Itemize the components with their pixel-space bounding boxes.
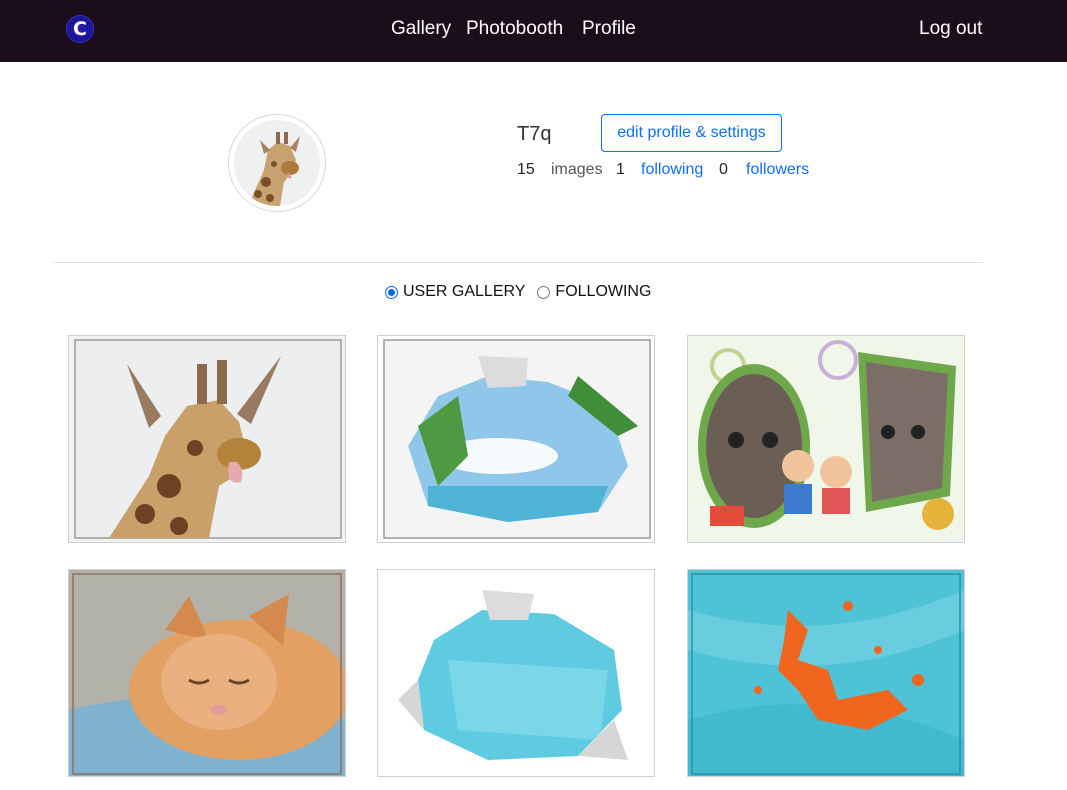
gallery-image-torn-paper-blue[interactable] bbox=[377, 569, 655, 777]
nav-gallery-link[interactable]: Gallery bbox=[391, 18, 451, 40]
logout-link[interactable]: Log out bbox=[919, 18, 982, 40]
following-count: 1 bbox=[616, 161, 625, 178]
logo-letter: C bbox=[73, 18, 87, 40]
images-label: images bbox=[551, 161, 603, 178]
top-navbar: C Gallery Photobooth Profile Log out bbox=[0, 0, 1067, 62]
gallery-view-toggle: USER GALLERY FOLLOWING bbox=[385, 282, 663, 302]
giraffe-avatar-icon bbox=[234, 120, 320, 206]
gallery-image-orange-splash[interactable] bbox=[687, 569, 965, 777]
profile-avatar bbox=[228, 114, 326, 212]
gallery-image-kittens-frame[interactable] bbox=[687, 335, 965, 543]
gallery-image-torn-paper-beach[interactable] bbox=[377, 335, 655, 543]
app-logo-icon[interactable]: C bbox=[66, 15, 94, 43]
nav-profile-link[interactable]: Profile bbox=[582, 18, 636, 40]
edit-profile-button[interactable]: edit profile & settings bbox=[601, 114, 782, 152]
images-count: 15 bbox=[517, 161, 535, 178]
followers-count: 0 bbox=[719, 161, 728, 178]
followers-link[interactable]: followers bbox=[746, 160, 809, 180]
nav-photobooth-link[interactable]: Photobooth bbox=[466, 18, 563, 40]
section-divider bbox=[53, 262, 983, 263]
user-gallery-label[interactable]: USER GALLERY bbox=[403, 283, 525, 301]
user-gallery-radio[interactable] bbox=[385, 285, 398, 299]
gallery-image-sleeping-kitten[interactable] bbox=[68, 569, 346, 777]
following-radio-label[interactable]: FOLLOWING bbox=[555, 283, 651, 301]
following-radio[interactable] bbox=[537, 285, 551, 299]
following-link[interactable]: following bbox=[641, 160, 703, 180]
profile-username: T7q bbox=[517, 123, 552, 145]
gallery-image-giraffe[interactable] bbox=[68, 335, 346, 543]
